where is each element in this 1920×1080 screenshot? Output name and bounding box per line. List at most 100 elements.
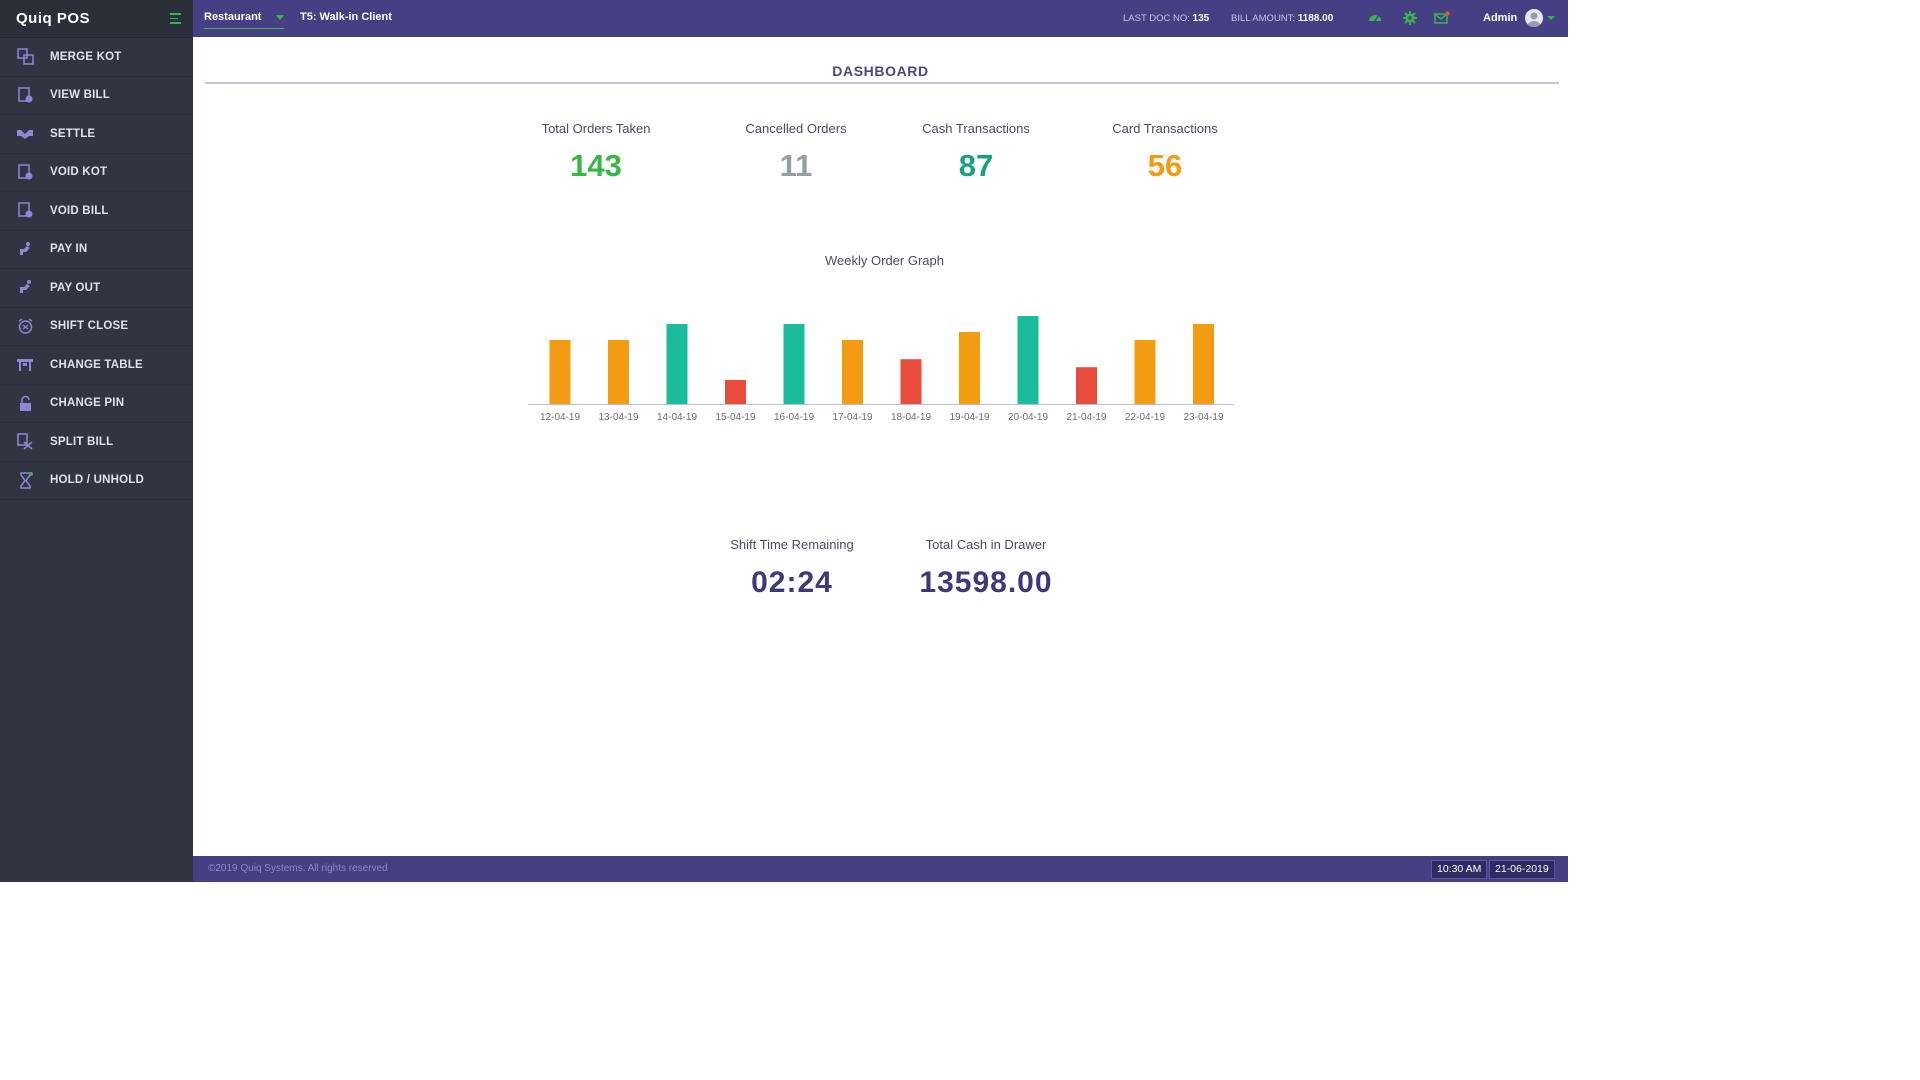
x-tick-label: 22-04-19 [1125, 412, 1165, 423]
cash-drawer-value: 13598.00 [919, 566, 1053, 599]
stat-label: Total Orders Taken [541, 121, 651, 136]
x-tick-label: 14-04-19 [657, 412, 697, 423]
stat-value: 11 [779, 148, 813, 183]
dashboard-panel: DASHBOARD Total Orders Taken 143 Cancell… [193, 37, 1568, 856]
current-table-label: T5: Walk-in Client [300, 11, 392, 23]
last-doc-value: 135 [1192, 13, 1210, 24]
merge-kot-icon [16, 48, 34, 66]
x-tick-label: 18-04-19 [891, 412, 931, 423]
chart-bar[interactable] [1076, 367, 1097, 404]
stat-total-orders: Total Orders Taken 143 [511, 121, 681, 184]
chevron-down-icon[interactable] [1547, 16, 1555, 20]
sidebar-item-label: VIEW BILL [50, 89, 110, 102]
x-tick-label: 20-04-19 [1008, 412, 1048, 423]
pay-in-icon [16, 240, 34, 258]
chart-bar[interactable] [666, 324, 688, 404]
mode-select-value: Restaurant [204, 11, 262, 23]
sidebar-item-hold-unhold[interactable]: HOLD / UNHOLD [0, 462, 193, 500]
page-title: DASHBOARD [832, 63, 929, 79]
hourglass-icon [16, 471, 34, 489]
chart-bar[interactable] [549, 340, 571, 404]
weekly-order-chart: 12-04-19 13-04-19 14-04-19 15-04-19 16-04-19… [528, 316, 1234, 423]
total-cash-in-drawer: Total Cash in Drawer 13598.00 [891, 537, 1081, 600]
sidebar-item-pay-in[interactable]: PAY IN [0, 231, 193, 269]
chart-bar[interactable] [783, 324, 805, 404]
void-bill-icon [16, 202, 34, 220]
sidebar-item-label: SHIFT CLOSE [50, 320, 129, 333]
chart-title: Weekly Order Graph [825, 253, 944, 268]
bill-amount-label: BILL AMOUNT: [1231, 13, 1296, 24]
gear-icon[interactable] [1403, 11, 1417, 25]
x-tick-label: 12-04-19 [540, 412, 580, 423]
sidebar-item-label: PAY OUT [50, 281, 101, 294]
view-bill-icon [16, 86, 34, 104]
stat-label: Card Transactions [1112, 121, 1218, 136]
stat-cancelled-orders: Cancelled Orders 11 [711, 121, 881, 184]
sidebar-item-label: MERGE KOT [50, 50, 122, 63]
chart-bar[interactable] [1134, 340, 1156, 404]
sidebar-item-label: VOID KOT [50, 166, 108, 179]
dashboard-gauge-icon[interactable] [1368, 11, 1382, 25]
copyright-text: ©2019 Quiq Systems. All rights reserved [208, 863, 388, 874]
app-title: Quiq POS [16, 10, 91, 27]
void-kot-icon [16, 163, 34, 181]
shift-time-label: Shift Time Remaining [730, 537, 854, 552]
sidebar-item-change-table[interactable]: CHANGE TABLE [0, 346, 193, 385]
sidebar-item-pay-out[interactable]: PAY OUT [0, 269, 193, 308]
sidebar-item-split-bill[interactable]: SPLIT BILL [0, 423, 193, 462]
sidebar-item-label: SPLIT BILL [50, 435, 114, 448]
sidebar-item-change-pin[interactable]: CHANGE PIN [0, 385, 193, 423]
sidebar-item-label: SETTLE [50, 127, 96, 140]
sidebar-item-shift-close[interactable]: SHIFT CLOSE [0, 308, 193, 346]
sidebar-item-label: HOLD / UNHOLD [50, 474, 144, 487]
chart-bar[interactable] [959, 332, 980, 404]
last-doc-label: LAST DOC NO: [1123, 13, 1190, 24]
sidebar-item-label: CHANGE PIN [50, 397, 125, 410]
sidebar-item-label: PAY IN [50, 243, 88, 256]
sidebar: Quiq POS MERGE KOT VIEW BILL SETTLE VOID… [0, 0, 193, 882]
split-bill-icon [16, 433, 34, 451]
chart-bar[interactable] [608, 340, 629, 404]
cash-drawer-label: Total Cash in Drawer [925, 537, 1047, 552]
sidebar-item-settle[interactable]: SETTLE [0, 115, 193, 154]
sidebar-item-label: CHANGE TABLE [50, 358, 143, 371]
sidebar-item-void-kot[interactable]: VOID KOT [0, 154, 193, 192]
brand-bar: Quiq POS [0, 0, 193, 38]
mail-icon[interactable] [1434, 11, 1450, 25]
chevron-down-icon [276, 15, 284, 20]
pay-out-icon [16, 279, 34, 297]
stat-cash-transactions: Cash Transactions 87 [891, 121, 1061, 184]
x-tick-label: 17-04-19 [832, 412, 872, 423]
chart-bar[interactable] [725, 380, 746, 404]
sidebar-item-merge-kot[interactable]: MERGE KOT [0, 38, 193, 77]
hamburger-menu-icon[interactable] [170, 13, 181, 24]
chart-bar[interactable] [900, 359, 922, 404]
mode-select[interactable]: Restaurant [204, 8, 284, 29]
title-divider [205, 82, 1559, 84]
chart-bar[interactable] [1017, 316, 1039, 404]
avatar[interactable] [1525, 9, 1543, 27]
x-tick-label: 15-04-19 [715, 412, 755, 423]
stat-label: Cancelled Orders [745, 121, 847, 136]
handshake-icon [16, 125, 34, 143]
x-tick-label: 19-04-19 [949, 412, 989, 423]
shift-time-remaining: Shift Time Remaining 02:24 [697, 537, 887, 600]
unlock-icon [16, 394, 34, 412]
sidebar-item-void-bill[interactable]: VOID BILL [0, 192, 193, 231]
stat-value: 87 [958, 148, 994, 183]
top-bar: Restaurant T5: Walk-in Client LAST DOC N… [193, 0, 1568, 37]
last-doc-info: LAST DOC NO: 135 [1123, 13, 1209, 24]
x-tick-label: 13-04-19 [598, 412, 638, 423]
sidebar-item-label: VOID BILL [50, 204, 109, 217]
sidebar-item-view-bill[interactable]: VIEW BILL [0, 77, 193, 115]
footer: ©2019 Quiq Systems. All rights reserved … [193, 856, 1568, 882]
chart-bar[interactable] [1193, 324, 1214, 404]
chart-bar[interactable] [842, 340, 863, 404]
stat-value: 143 [570, 148, 622, 183]
sidebar-menu: MERGE KOT VIEW BILL SETTLE VOID KOT VOID… [0, 38, 193, 500]
x-tick-label: 23-04-19 [1183, 412, 1223, 423]
x-tick-label: 21-04-19 [1066, 412, 1106, 423]
stat-value: 56 [1147, 148, 1183, 183]
x-tick-label: 16-04-19 [774, 412, 814, 423]
user-name[interactable]: Admin [1483, 12, 1517, 24]
